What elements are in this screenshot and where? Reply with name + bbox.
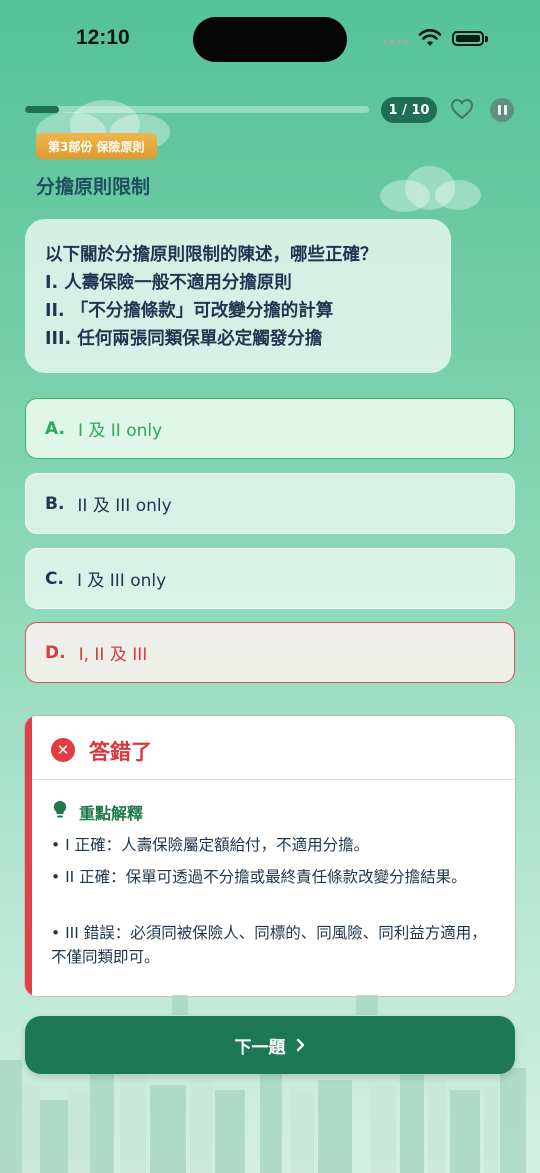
statement-2: II. 「不分擔條款」可改變分擔的計算 xyxy=(45,301,334,321)
feedback-divider xyxy=(32,779,515,780)
explanation-title: 重點解釋 xyxy=(79,804,144,823)
next-question-button[interactable]: 下一題 xyxy=(25,1016,515,1074)
option-letter: D. xyxy=(45,642,66,663)
explanation-point-3: • III 錯誤：必須同被保險人、同標的、同風險、同利益方適用，不僅同類即可。 xyxy=(51,924,487,966)
explanation-point-1: • I 正確：人壽保險屬定額給付，不適用分擔。 xyxy=(51,836,370,854)
x-circle-icon: ✕ xyxy=(51,738,75,762)
option-letter: B. xyxy=(45,493,65,514)
chevron-right-icon xyxy=(296,1038,304,1052)
battery-cap xyxy=(485,36,488,42)
quiz-progress-bar xyxy=(25,106,369,113)
battery-icon xyxy=(452,31,484,46)
status-time: 12:10 xyxy=(76,26,130,49)
option-b[interactable]: B. II 及 III only xyxy=(25,473,515,534)
heart-icon[interactable] xyxy=(450,98,474,120)
pause-button[interactable] xyxy=(490,98,514,122)
next-button-label: 下一題 xyxy=(234,1037,286,1058)
option-text: II 及 III only xyxy=(77,496,172,516)
quiz-progress-fill xyxy=(25,106,60,113)
option-d[interactable]: D. I, II 及 III xyxy=(25,622,515,683)
statement-1: I. 人壽保險一般不適用分擔原則 xyxy=(45,273,292,293)
feedback-title: 答錯了 xyxy=(89,740,152,764)
part-badge: 第3部份 保險原則 xyxy=(36,133,157,159)
explanation-point-2: • II 正確：保單可透過不分擔或最終責任條款改變分擔結果。 xyxy=(51,868,467,886)
option-letter: A. xyxy=(45,418,65,439)
option-a[interactable]: A. I 及 II only xyxy=(25,398,515,459)
option-text: I 及 II only xyxy=(77,421,163,441)
feedback-accent-bar xyxy=(25,716,32,996)
option-c[interactable]: C. I 及 III only xyxy=(25,548,515,609)
feedback-card: ✕ 答錯了 重點解釋 • I 正確：人壽保險屬定額給付，不適用分擔。 • II … xyxy=(25,716,515,996)
option-text: I 及 III only xyxy=(76,571,167,591)
cellular-signal-icon xyxy=(383,40,408,44)
question-counter: 1 / 10 xyxy=(381,97,437,123)
option-letter: C. xyxy=(45,568,64,589)
statement-3: III. 任何兩張同類保單必定觸發分擔 xyxy=(45,329,323,349)
wifi-icon xyxy=(418,29,442,46)
dynamic-island xyxy=(193,17,347,62)
question-card: 以下關於分擔原則限制的陳述，哪些正確？ I. 人壽保險一般不適用分擔原則 II.… xyxy=(25,219,451,373)
question-text: 以下關於分擔原則限制的陳述，哪些正確？ xyxy=(45,245,378,265)
lightbulb-icon xyxy=(53,800,67,818)
option-text: I, II 及 III xyxy=(78,645,148,665)
section-title: 分擔原則限制 xyxy=(36,176,151,198)
